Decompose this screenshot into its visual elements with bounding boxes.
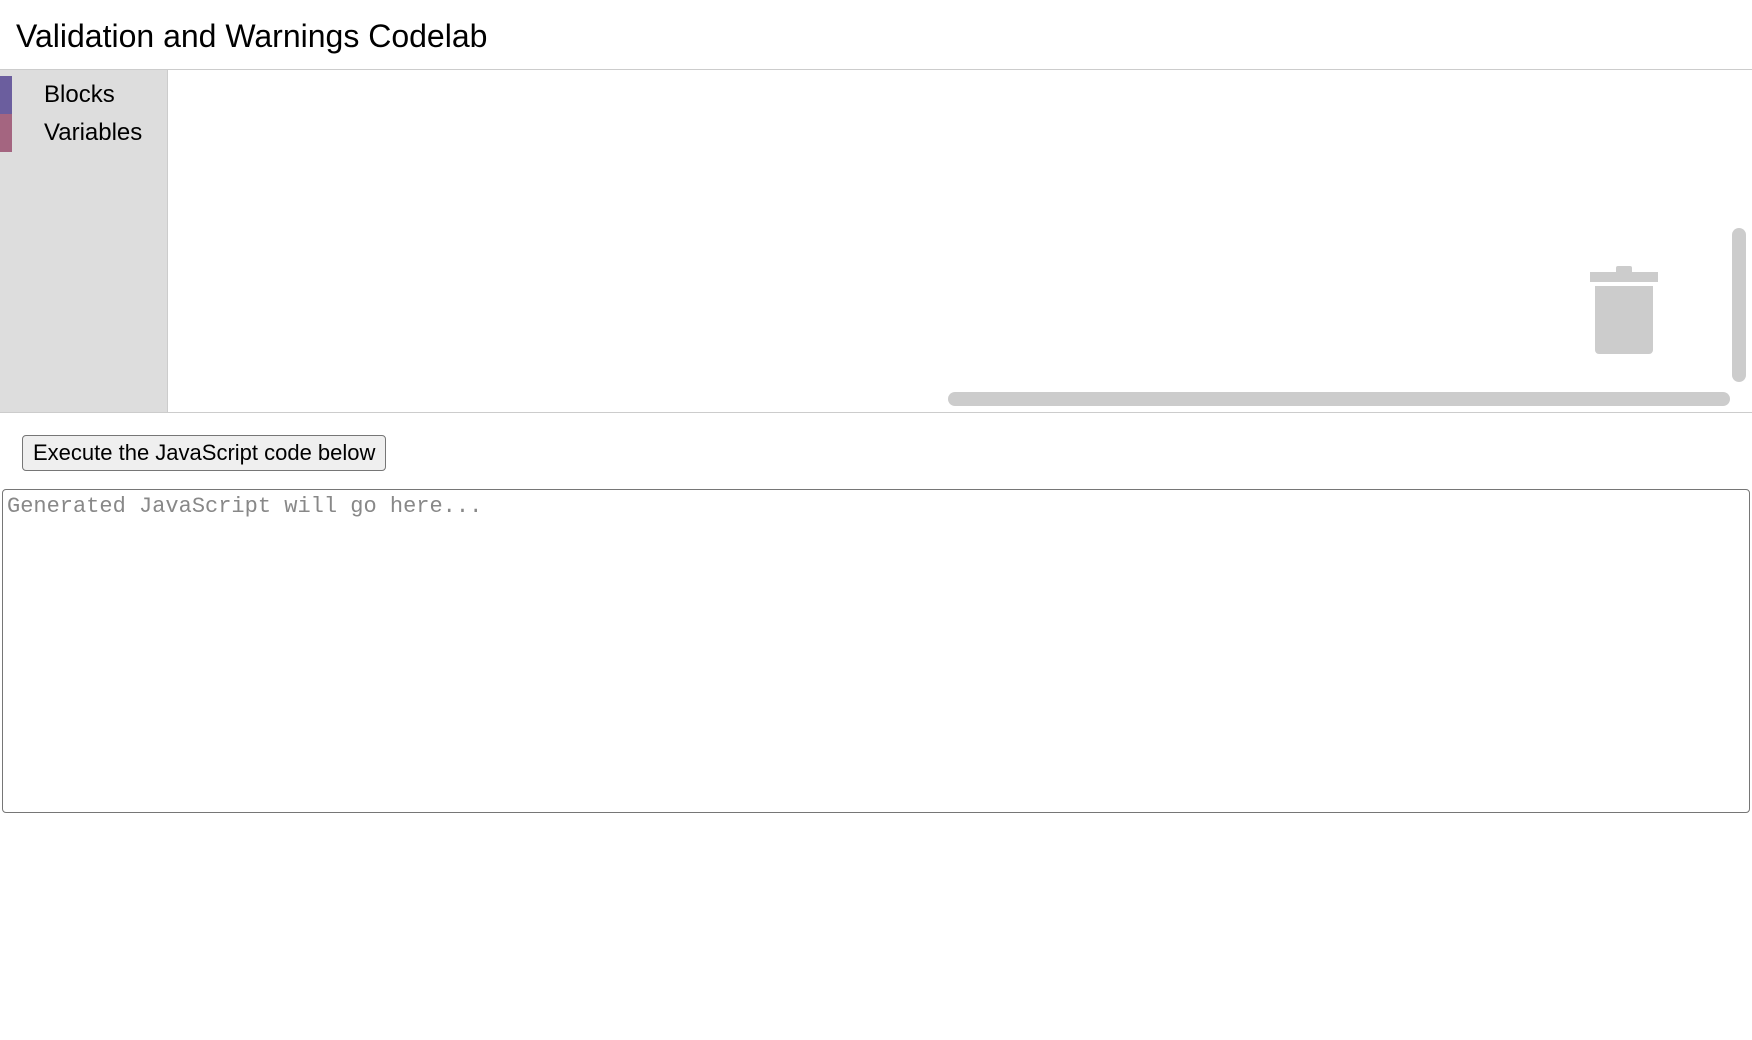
trash-lid-icon [1590,272,1658,282]
execute-button[interactable]: Execute the JavaScript code below [22,435,386,471]
controls-row: Execute the JavaScript code below [0,413,1752,489]
toolbox-category-label: Variables [12,119,142,147]
vertical-scrollbar[interactable] [1732,228,1746,382]
horizontal-scrollbar[interactable] [948,392,1730,406]
toolbox-category-label: Blocks [12,81,115,109]
trash-body-icon [1595,286,1653,354]
toolbox-category-blocks[interactable]: Blocks [0,76,167,114]
category-color-swatch [0,114,12,152]
blockly-canvas[interactable] [167,70,1752,412]
code-output-textarea[interactable] [2,489,1750,813]
page-title: Validation and Warnings Codelab [0,0,1752,69]
trash-icon[interactable] [1590,272,1658,360]
toolbox: Blocks Variables [0,70,167,412]
toolbox-category-variables[interactable]: Variables [0,114,167,152]
blockly-workspace: Blocks Variables [0,69,1752,413]
category-color-swatch [0,76,12,114]
